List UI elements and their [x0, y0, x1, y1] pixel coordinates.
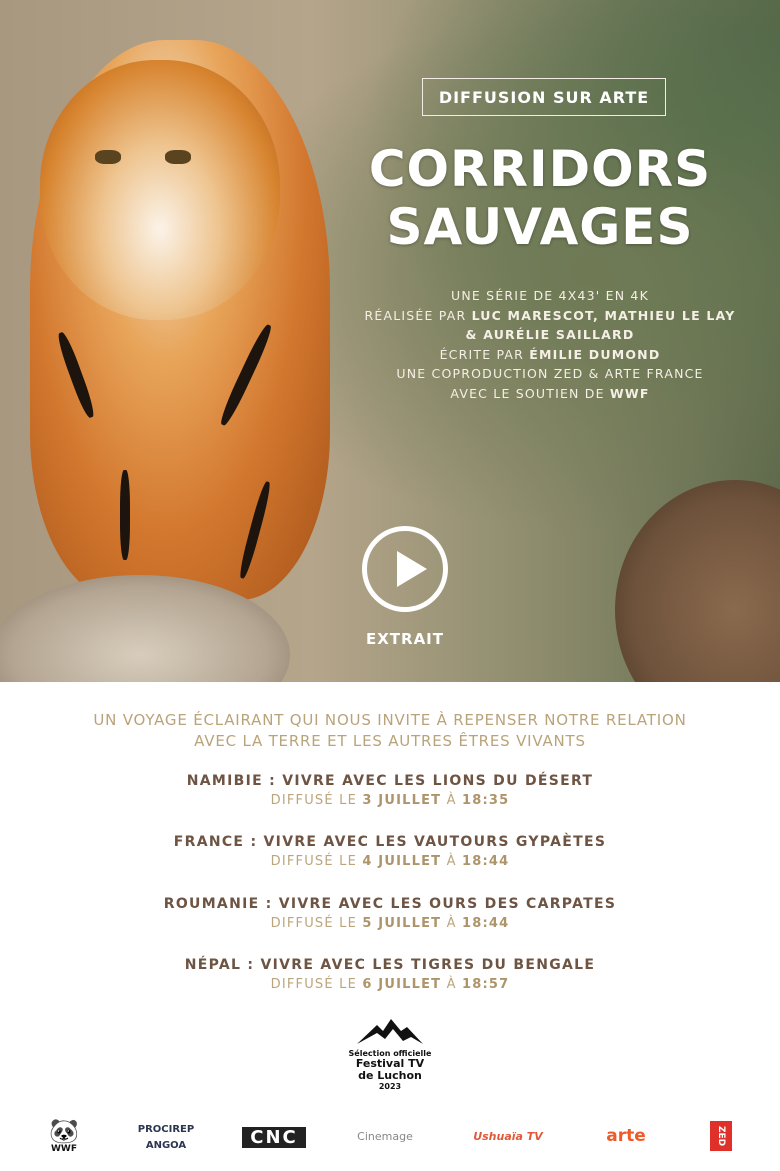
- credits: UNE SÉRIE DE 4X43' EN 4K RÉALISÉE PAR LU…: [340, 286, 760, 403]
- mountain-icon: [357, 1019, 423, 1044]
- cinemage-logo: Cinemage: [357, 1130, 413, 1143]
- episode-date: DIFFUSÉ LE 5 JUILLET À 18:44: [270, 916, 510, 931]
- log-right: [615, 480, 780, 682]
- play-label[interactable]: EXTRAIT: [340, 630, 470, 648]
- episode-title: NÉPAL : VIVRE AVEC LES TIGRES DU BENGALE: [184, 957, 596, 973]
- festival-logo: Sélection officielle Festival TV de Luch…: [345, 1017, 435, 1091]
- episode-date: DIFFUSÉ LE 4 JUILLET À 18:44: [270, 854, 510, 869]
- arte-logo: arte: [606, 1126, 646, 1146]
- wwf-logo: 🐼 WWF: [44, 1118, 84, 1154]
- episode-title: NAMIBIE : VIVRE AVEC LES LIONS DU DÉSERT: [186, 773, 594, 789]
- zed-logo: ZED: [710, 1121, 732, 1151]
- credit-line: ÉCRITE PAR ÉMILIE DUMOND: [439, 346, 661, 362]
- panda-icon: 🐼: [49, 1117, 79, 1145]
- credit-line: UNE COPRODUCTION ZED & ARTE FRANCE: [396, 366, 704, 381]
- title-line-1: CORRIDORS: [368, 140, 712, 198]
- episode-title: FRANCE : VIVRE AVEC LES VAUTOURS GYPAÈTE…: [173, 834, 607, 850]
- play-icon[interactable]: [362, 526, 448, 612]
- episode-item: NÉPAL : VIVRE AVEC LES TIGRES DU BENGALE…: [0, 957, 780, 992]
- episode-item: ROUMANIE : VIVRE AVEC LES OURS DES CARPA…: [0, 896, 780, 931]
- title-line-2: SAUVAGES: [386, 198, 694, 256]
- tiger-face-image: [40, 60, 280, 320]
- credit-line: AVEC LE SOUTIEN DE WWF: [450, 385, 650, 401]
- series-title: CORRIDORS SAUVAGES: [340, 140, 740, 256]
- episode-item: FRANCE : VIVRE AVEC LES VAUTOURS GYPAÈTE…: [0, 834, 780, 869]
- broadcast-badge: DIFFUSION SUR ARTE: [422, 78, 666, 116]
- hero-banner: DIFFUSION SUR ARTE CORRIDORS SAUVAGES UN…: [0, 0, 780, 682]
- episode-date: DIFFUSÉ LE 3 JUILLET À 18:35: [270, 793, 510, 808]
- episode-title: ROUMANIE : VIVRE AVEC LES OURS DES CARPA…: [163, 896, 617, 912]
- cnc-logo: CNC: [242, 1127, 306, 1148]
- tagline: UN VOYAGE ÉCLAIRANT QUI NOUS INVITE À RE…: [93, 711, 687, 750]
- credit-line: UNE SÉRIE DE 4X43' EN 4K: [451, 288, 649, 303]
- procirep-logo: PROCIREP ANGOA: [137, 1124, 195, 1151]
- credit-line: RÉALISÉE PAR LUC MARESCOT, MATHIEU LE LA…: [364, 307, 736, 323]
- episode-date: DIFFUSÉ LE 6 JUILLET À 18:57: [270, 977, 510, 992]
- credit-line: & AURÉLIE SAILLARD: [465, 327, 635, 342]
- episode-item: NAMIBIE : VIVRE AVEC LES LIONS DU DÉSERT…: [0, 773, 780, 808]
- ushuaia-logo: Ushuaïa TV: [473, 1130, 543, 1143]
